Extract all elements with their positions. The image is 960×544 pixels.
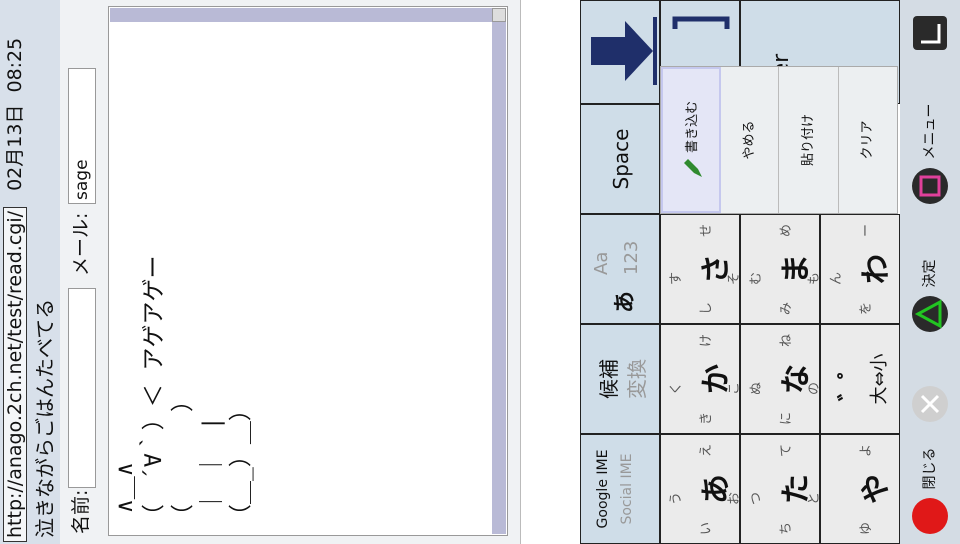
edit-popup-menu: 書き込む やめる 貼り付け クリア	[660, 66, 898, 214]
space-label: Space	[609, 128, 633, 190]
kana-sub: せ	[699, 223, 714, 237]
size-toggle-label: 大⇔小	[869, 353, 890, 405]
social-ime-label: Social IME	[619, 453, 635, 525]
message-body: ∧＿∧ （ ´∀｀）＜ アゲアゲー （ ） ｜ ｜ | （＿_）＿）	[112, 255, 254, 527]
kana-key[interactable]: わをんー	[820, 214, 900, 324]
popup-paste-label: 貼り付け	[801, 114, 816, 167]
kana-key[interactable]: さしすせそ	[660, 214, 742, 324]
corner-icon	[913, 16, 947, 50]
arrow-down-key[interactable]	[580, 0, 660, 104]
kana-sub: を	[859, 301, 874, 315]
kana-sub: て	[779, 443, 794, 457]
cross-nav-button[interactable]	[900, 382, 960, 422]
popup-cancel-label: やめる	[742, 120, 757, 160]
status-bar: http://anago.2ch.net/test/read.cgi/ 02月1…	[0, 0, 30, 544]
kana-key[interactable]: あいうえお	[660, 434, 742, 544]
kana-key[interactable]: なにぬねの	[740, 324, 822, 434]
kana-key[interactable]: たちつてと	[740, 434, 822, 544]
candidate-label: 候補	[597, 359, 621, 399]
nav-bar: 閉じる 決定 メニュー	[900, 0, 960, 544]
down-arrow-icon	[591, 17, 657, 85]
decide-nav-button[interactable]: 決定	[900, 260, 960, 332]
candidate-key[interactable]: 候補 変換	[580, 324, 660, 434]
post-form: 名前: メール: sage ∧＿∧ （ ´∀｀）＜ アゲアゲー （ ） ｜ ｜ …	[60, 0, 521, 544]
popup-clear[interactable]: クリア	[839, 67, 897, 213]
kana-main: ゛゜	[837, 357, 862, 402]
kana-sub: え	[699, 443, 714, 457]
scroll-corner	[492, 8, 506, 22]
kana-sub: き	[699, 411, 714, 425]
corner-nav-button[interactable]	[900, 16, 960, 50]
kana-sub: つ	[749, 491, 764, 505]
name-field[interactable]	[68, 288, 96, 488]
horizontal-scrollbar[interactable]	[492, 22, 506, 534]
menu-label: メニュー	[922, 103, 938, 160]
close-nav-button[interactable]: 閉じる	[900, 448, 960, 534]
thread-title: 泣きながらごはんたべてる	[30, 0, 60, 544]
kana-sub: す	[669, 271, 684, 285]
mail-label: メール:	[70, 212, 92, 276]
kana-sub: よ	[859, 443, 874, 457]
url-text[interactable]: http://anago.2ch.net/test/read.cgi/	[3, 206, 27, 542]
vertical-scrollbar[interactable]	[110, 8, 494, 22]
mail-field[interactable]: sage	[68, 68, 96, 204]
cross-icon	[912, 386, 948, 422]
message-textarea[interactable]: ∧＿∧ （ ´∀｀）＜ アゲアゲー （ ） ｜ ｜ | （＿_）＿）	[108, 6, 508, 536]
hira-label: あ	[613, 290, 638, 313]
num-label: 123	[621, 240, 642, 275]
menu-nav-button[interactable]: メニュー	[900, 104, 960, 204]
name-label: 名前:	[70, 489, 92, 534]
popup-write[interactable]: 書き込む	[661, 67, 721, 213]
kana-key[interactable]: やゆよ	[820, 434, 900, 544]
kana-sub: ゆ	[859, 521, 874, 535]
kana-key[interactable]: かきくけこ	[660, 324, 742, 434]
square-icon	[912, 168, 948, 204]
space-key[interactable]: Space	[580, 104, 660, 214]
decide-label: 決定	[922, 259, 938, 288]
circle-icon	[912, 498, 948, 534]
kana-sub: し	[699, 301, 714, 315]
alpha-label: Aa	[591, 251, 612, 275]
rotated-screen: http://anago.2ch.net/test/read.cgi/ 02月1…	[0, 0, 960, 544]
kana-sub: う	[669, 491, 684, 505]
triangle-icon	[912, 296, 948, 332]
pencil-icon	[683, 159, 702, 178]
kana-sub: ね	[779, 333, 794, 347]
kana-sub: い	[699, 521, 714, 535]
google-ime-key[interactable]: Google IME Social IME	[580, 434, 660, 544]
close-label: 閉じる	[922, 447, 938, 490]
kana-sub: み	[779, 301, 794, 315]
kana-sub: ち	[779, 521, 794, 535]
mode-key[interactable]: あ Aa 123	[580, 214, 660, 324]
kana-key[interactable]: まみむめも	[740, 214, 822, 324]
popup-cancel[interactable]: やめる	[721, 67, 779, 213]
kana-sub: ん	[829, 271, 844, 285]
kana-sub: ー	[859, 223, 874, 237]
kana-sub: む	[749, 271, 764, 285]
kana-sub: く	[669, 381, 684, 395]
kana-sub: け	[699, 333, 714, 347]
kana-key[interactable]: ゛゜ 大⇔小	[820, 324, 900, 434]
convert-label: 変換	[625, 359, 649, 399]
google-ime-label: Google IME	[595, 449, 611, 529]
time-text: 08:25	[4, 37, 26, 93]
kana-sub: に	[779, 411, 794, 425]
popup-clear-label: クリア	[860, 120, 875, 160]
date-text: 02月13日	[4, 104, 26, 191]
kana-sub: め	[779, 223, 794, 237]
popup-write-label: 書き込む	[685, 100, 700, 153]
popup-paste[interactable]: 貼り付け	[779, 67, 839, 213]
kana-sub: ぬ	[749, 381, 764, 395]
